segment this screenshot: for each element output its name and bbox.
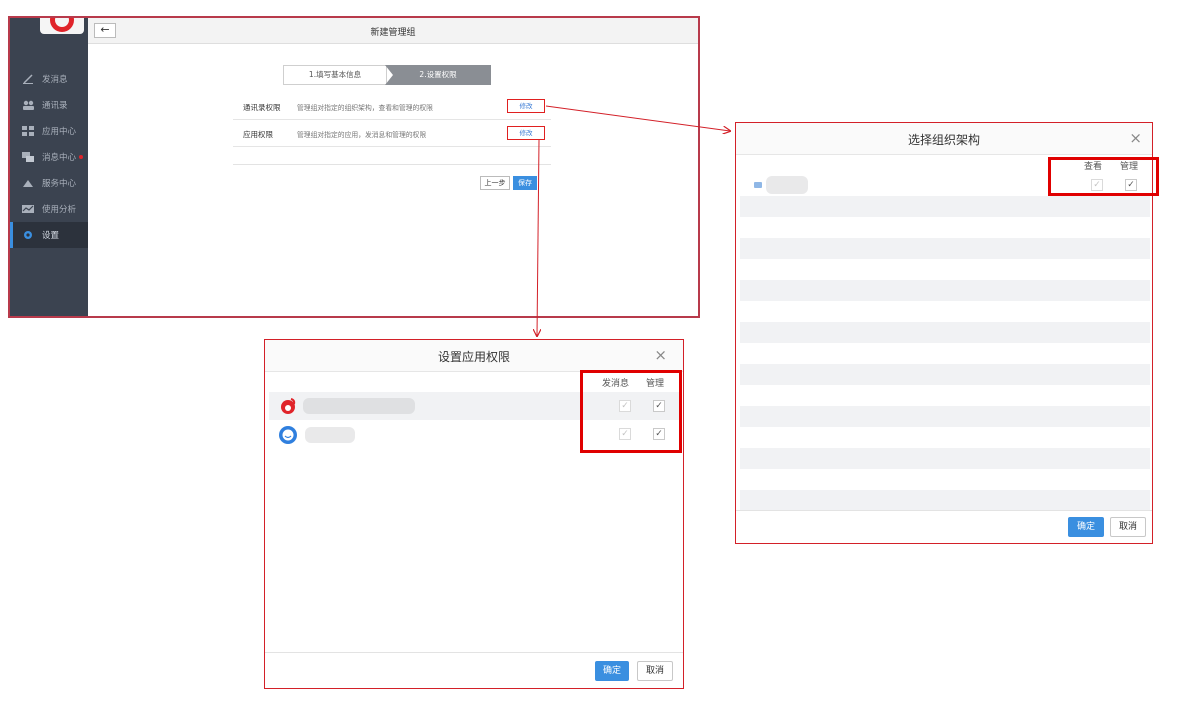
sidebar-item-label: 设置 (42, 231, 60, 241)
dialog-title: 设置应用权限 (437, 350, 510, 364)
contacts-icon (22, 100, 34, 110)
edit-contacts-permission-button[interactable]: 修改 (507, 99, 545, 113)
top-bar: ← 新建管理组 (88, 18, 698, 44)
folder-icon (754, 182, 762, 188)
permission-label: 通讯录权限 (243, 103, 281, 112)
weibo-app-icon (279, 397, 297, 415)
app-logo (40, 18, 84, 34)
save-button[interactable]: 保存 (513, 176, 537, 190)
permission-description: 管理组对指定的组织架构，查看和管理的权限 (297, 104, 433, 112)
cancel-button[interactable]: 取消 (637, 661, 673, 681)
step-basic-info[interactable]: 1.填写基本信息 (283, 65, 387, 85)
sidebar-item-label: 通讯录 (42, 101, 68, 111)
watermark-glyph (562, 300, 662, 340)
dialog-header: 选择组织架构 × (736, 123, 1152, 155)
analytics-icon (22, 204, 34, 214)
org-name-redacted (766, 176, 808, 194)
apps-icon (22, 126, 34, 136)
app-name-redacted (305, 427, 355, 443)
sidebar-item-label: 服务中心 (42, 179, 77, 189)
sidebar-item-analytics[interactable]: 使用分析 (10, 196, 88, 222)
sidebar-item-label: 使用分析 (42, 205, 77, 215)
step-set-permissions[interactable]: 2.设置权限 (385, 65, 491, 85)
dialog-footer: 确定 取消 (736, 510, 1152, 543)
divider (233, 164, 551, 165)
messages-icon (22, 152, 34, 162)
sidebar-item-message-center[interactable]: 消息中心 (10, 144, 88, 170)
permission-label: 应用权限 (243, 130, 273, 139)
app-name-redacted (303, 398, 415, 414)
admin-window: 发消息 通讯录 应用中心 消息中心 服务中心 使用分析 设置 ← 新建管理组 1… (8, 16, 700, 318)
confirm-button[interactable]: 确定 (1068, 517, 1104, 537)
chat-app-icon (278, 425, 298, 445)
confirm-button[interactable]: 确定 (595, 661, 629, 681)
sidebar: 发消息 通讯录 应用中心 消息中心 服务中心 使用分析 设置 (10, 18, 88, 316)
cancel-button[interactable]: 取消 (1110, 517, 1146, 537)
dialog-header: 设置应用权限 × (265, 340, 683, 372)
close-icon[interactable]: × (1129, 131, 1142, 146)
sidebar-item-label: 发消息 (42, 75, 68, 85)
service-icon (22, 178, 34, 188)
dialog-title: 选择组织架构 (907, 133, 980, 147)
contacts-permission-row: 通讯录权限 管理组对指定的组织架构，查看和管理的权限 修改 (233, 94, 551, 120)
page-title: 新建管理组 (370, 28, 416, 38)
dialog-footer: 确定 取消 (265, 652, 683, 688)
edit-app-permission-button[interactable]: 修改 (507, 126, 545, 140)
sidebar-item-label: 消息中心 (42, 153, 77, 163)
highlight-box (1048, 157, 1159, 196)
sidebar-item-app-center[interactable]: 应用中心 (10, 118, 88, 144)
step-indicator: 1.填写基本信息 2.设置权限 (283, 65, 491, 85)
sidebar-item-contacts[interactable]: 通讯录 (10, 92, 88, 118)
content-area: ← 新建管理组 1.填写基本信息 2.设置权限 通讯录权限 管理组对指定的组织架… (88, 18, 698, 316)
pencil-icon (22, 74, 34, 84)
close-icon[interactable]: × (654, 348, 667, 363)
previous-step-button[interactable]: 上一步 (480, 176, 510, 190)
permission-description: 管理组对指定的应用，发消息和管理的权限 (297, 131, 427, 139)
highlight-box (580, 370, 682, 453)
org-tree-list (740, 175, 1150, 511)
sidebar-item-service-center[interactable]: 服务中心 (10, 170, 88, 196)
sidebar-item-send-message[interactable]: 发消息 (10, 66, 88, 92)
unread-dot (79, 155, 84, 159)
sidebar-item-settings[interactable]: 设置 (10, 222, 88, 248)
sidebar-item-label: 应用中心 (42, 127, 77, 137)
gear-icon (22, 230, 34, 240)
app-permission-row: 应用权限 管理组对指定的应用，发消息和管理的权限 修改 (233, 121, 551, 147)
